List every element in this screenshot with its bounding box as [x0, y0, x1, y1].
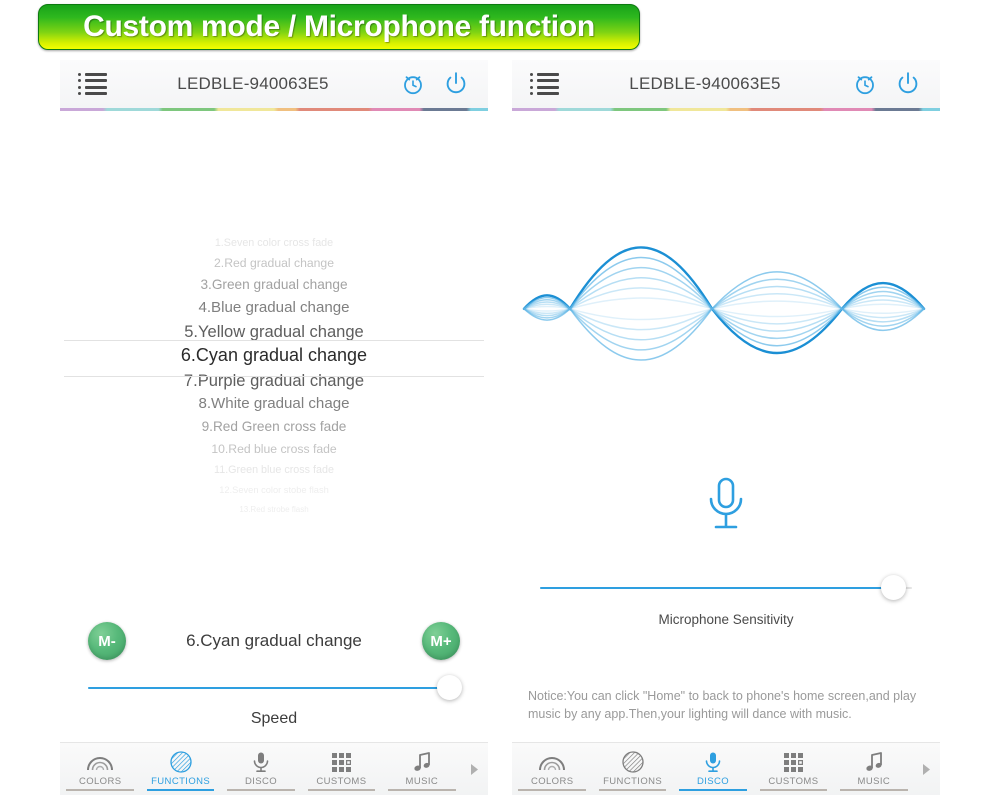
notice-text: Notice:You can click "Home" to back to p…	[528, 689, 917, 722]
picker-item[interactable]: 5.Yellow gradual change	[60, 322, 488, 342]
alarm-clock-icon[interactable]	[852, 71, 878, 97]
left-topbar: LEDBLE-940063E5	[60, 60, 488, 108]
chevron-right-icon[interactable]	[462, 743, 488, 795]
rainbow-arc-icon	[85, 751, 115, 773]
rainbow-gradient-strip	[512, 108, 940, 111]
picker-item[interactable]: 3.Green gradual change	[60, 277, 488, 292]
mic-slider-label: Microphone Sensitivity	[658, 612, 794, 627]
chevron-right-icon[interactable]	[914, 743, 940, 795]
tab-customs[interactable]: CUSTOMS	[301, 743, 381, 795]
banner-text: Custom mode / Microphone function	[83, 10, 595, 43]
tab-underline	[66, 789, 134, 791]
tab-label: CUSTOMS	[316, 776, 367, 787]
phone-screen-disco: LEDBLE-940063E5 Microphone Sensitivity N…	[512, 60, 940, 795]
alarm-clock-icon[interactable]	[400, 71, 426, 97]
tab-colors[interactable]: COLORS	[60, 743, 140, 795]
tab-label: DISCO	[244, 776, 278, 787]
tab-colors[interactable]: COLORS	[512, 743, 592, 795]
mic-slider-thumb[interactable]	[881, 575, 907, 600]
tab-music[interactable]: MUSIC	[382, 743, 462, 795]
tab-customs[interactable]: CUSTOMS	[753, 743, 833, 795]
rainbow-arc-icon	[537, 751, 567, 773]
tab-functions[interactable]: FUNCTIONS	[592, 743, 672, 795]
function-picker-wheel[interactable]: 1.Seven color cross fade 2.Red gradual ch…	[60, 203, 488, 528]
microphone-icon[interactable]	[512, 475, 940, 537]
tab-underline	[307, 789, 376, 791]
mode-control-row: M- 6.Cyan gradual change M+	[60, 615, 488, 667]
right-tab-bar: COLORS FUNCTIONS DISCO CUSTOMS MUSIC	[512, 742, 940, 795]
mic-slider-fill	[540, 587, 894, 589]
left-tab-bar: COLORS FUNCTIONS DISCO CUSTOMS MUSIC	[60, 742, 488, 795]
picker-item-selected[interactable]: 6.Cyan gradual change	[60, 345, 488, 366]
waveform-layer	[523, 266, 925, 339]
speed-slider-label: Speed	[250, 710, 298, 727]
picker-selection-line-top	[64, 340, 484, 341]
music-note-icon	[864, 751, 884, 773]
picker-item[interactable]: 2.Red gradual change	[60, 256, 488, 270]
tab-underline	[518, 789, 586, 791]
picker-item[interactable]: 1.Seven color cross fade	[60, 237, 488, 249]
picker-selection-line-bottom	[64, 376, 484, 377]
striped-circle-icon	[621, 751, 644, 773]
picker-item[interactable]: 11.Green blue cross fade	[60, 464, 488, 476]
picker-item[interactable]: 8.White gradual chage	[60, 395, 488, 412]
tab-underline	[679, 788, 747, 791]
tab-underline	[759, 789, 828, 791]
speed-slider-fill	[88, 687, 449, 689]
power-icon[interactable]	[894, 70, 922, 98]
tab-label: DISCO	[696, 776, 730, 787]
rainbow-gradient-strip	[60, 108, 488, 111]
tab-label: COLORS	[78, 776, 122, 787]
tab-label: CUSTOMS	[768, 776, 819, 787]
picker-item[interactable]: 12.Seven color stobe flash	[60, 485, 488, 495]
tab-underline	[388, 789, 456, 791]
speed-slider[interactable]	[88, 675, 462, 701]
audio-waveform-visualizer	[512, 210, 940, 400]
right-topbar: LEDBLE-940063E5	[512, 60, 940, 108]
tab-label: MUSIC	[857, 776, 891, 787]
tab-music[interactable]: MUSIC	[834, 743, 914, 795]
striped-circle-icon	[169, 751, 192, 773]
mode-decrement-button[interactable]: M-	[88, 622, 126, 660]
tab-underline	[146, 788, 215, 791]
picker-item[interactable]: 10.Red blue cross fade	[60, 442, 488, 456]
tab-disco[interactable]: DISCO	[673, 743, 753, 795]
tab-underline	[840, 789, 908, 791]
phone-screen-functions: LEDBLE-940063E5 1.Seven color cross fade…	[60, 60, 488, 795]
page-title-banner: Custom mode / Microphone function	[38, 4, 640, 50]
speed-slider-thumb[interactable]	[436, 675, 462, 700]
picker-item[interactable]: 9.Red Green cross fade	[60, 419, 488, 434]
mode-increment-button[interactable]: M+	[421, 622, 460, 660]
device-name-title: LEDBLE-940063E5	[629, 74, 781, 93]
picker-item[interactable]: 13.Red strobe flash	[60, 505, 488, 514]
tab-underline	[227, 789, 295, 791]
music-note-icon	[412, 751, 432, 773]
tab-label: COLORS	[530, 776, 574, 787]
picker-item[interactable]: 7.Purple gradual change	[60, 371, 488, 391]
tab-label: MUSIC	[405, 776, 439, 787]
waveform-layer	[522, 246, 926, 355]
microphone-sensitivity-slider[interactable]	[540, 575, 912, 601]
tab-label: FUNCTIONS	[151, 776, 211, 787]
microphone-icon	[704, 751, 722, 773]
tab-label: FUNCTIONS	[603, 776, 663, 787]
device-name-title: LEDBLE-940063E5	[177, 74, 329, 93]
grid-icon	[331, 751, 351, 773]
microphone-icon	[252, 751, 270, 773]
tab-underline	[598, 789, 667, 791]
tab-disco[interactable]: DISCO	[221, 743, 301, 795]
picker-item[interactable]: 4.Blue gradual change	[60, 299, 488, 316]
grid-icon	[783, 751, 803, 773]
current-mode-label: 6.Cyan gradual change	[186, 631, 362, 650]
power-icon[interactable]	[442, 70, 470, 98]
tab-functions[interactable]: FUNCTIONS	[140, 743, 220, 795]
